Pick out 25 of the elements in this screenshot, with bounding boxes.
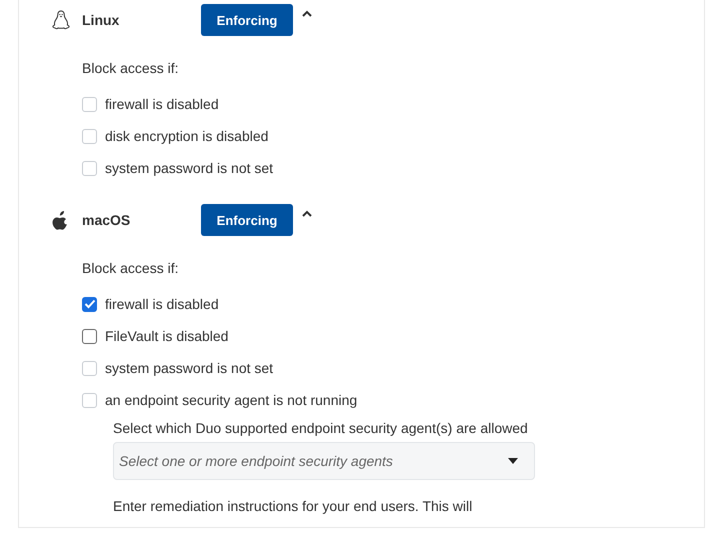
checkbox-label: firewall is disabled [105, 96, 219, 112]
checkbox-label: system password is not set [105, 360, 274, 376]
checkbox-label: disk encryption is disabled [105, 128, 268, 144]
collapse-toggle[interactable] [302, 210, 312, 217]
platform-name: macOS [82, 212, 132, 228]
dropdown-icon [508, 458, 518, 464]
remediation-text: Enter remediation instructions for your end users. This will [112, 498, 474, 514]
block-access-label: Block access if: [82, 260, 180, 278]
agent-select[interactable]: Select one or more endpoint security agents [113, 442, 535, 480]
apple-icon [52, 210, 70, 230]
block-access-label: Block access if: [82, 60, 180, 78]
status-button[interactable]: Enforcing [201, 4, 293, 36]
collapse-toggle[interactable] [302, 10, 312, 17]
caret-icon [302, 210, 312, 217]
agent-select-label: Select which Duo supported endpoint security agent(s) are allowed [113, 420, 529, 438]
status-button[interactable]: Enforcing [201, 204, 293, 236]
checkbox-label: an endpoint security agent is not running [105, 392, 358, 408]
caret-icon [302, 10, 312, 17]
checkbox-label: firewall is disabled [105, 296, 219, 312]
checkbox[interactable] [82, 296, 97, 312]
checkbox-label: system password is not set [105, 160, 274, 176]
platform-name: Linux [82, 12, 120, 28]
checkbox-label: FileVault is disabled [105, 328, 228, 344]
checkbox[interactable] [82, 328, 97, 344]
penguin-icon [52, 10, 70, 30]
